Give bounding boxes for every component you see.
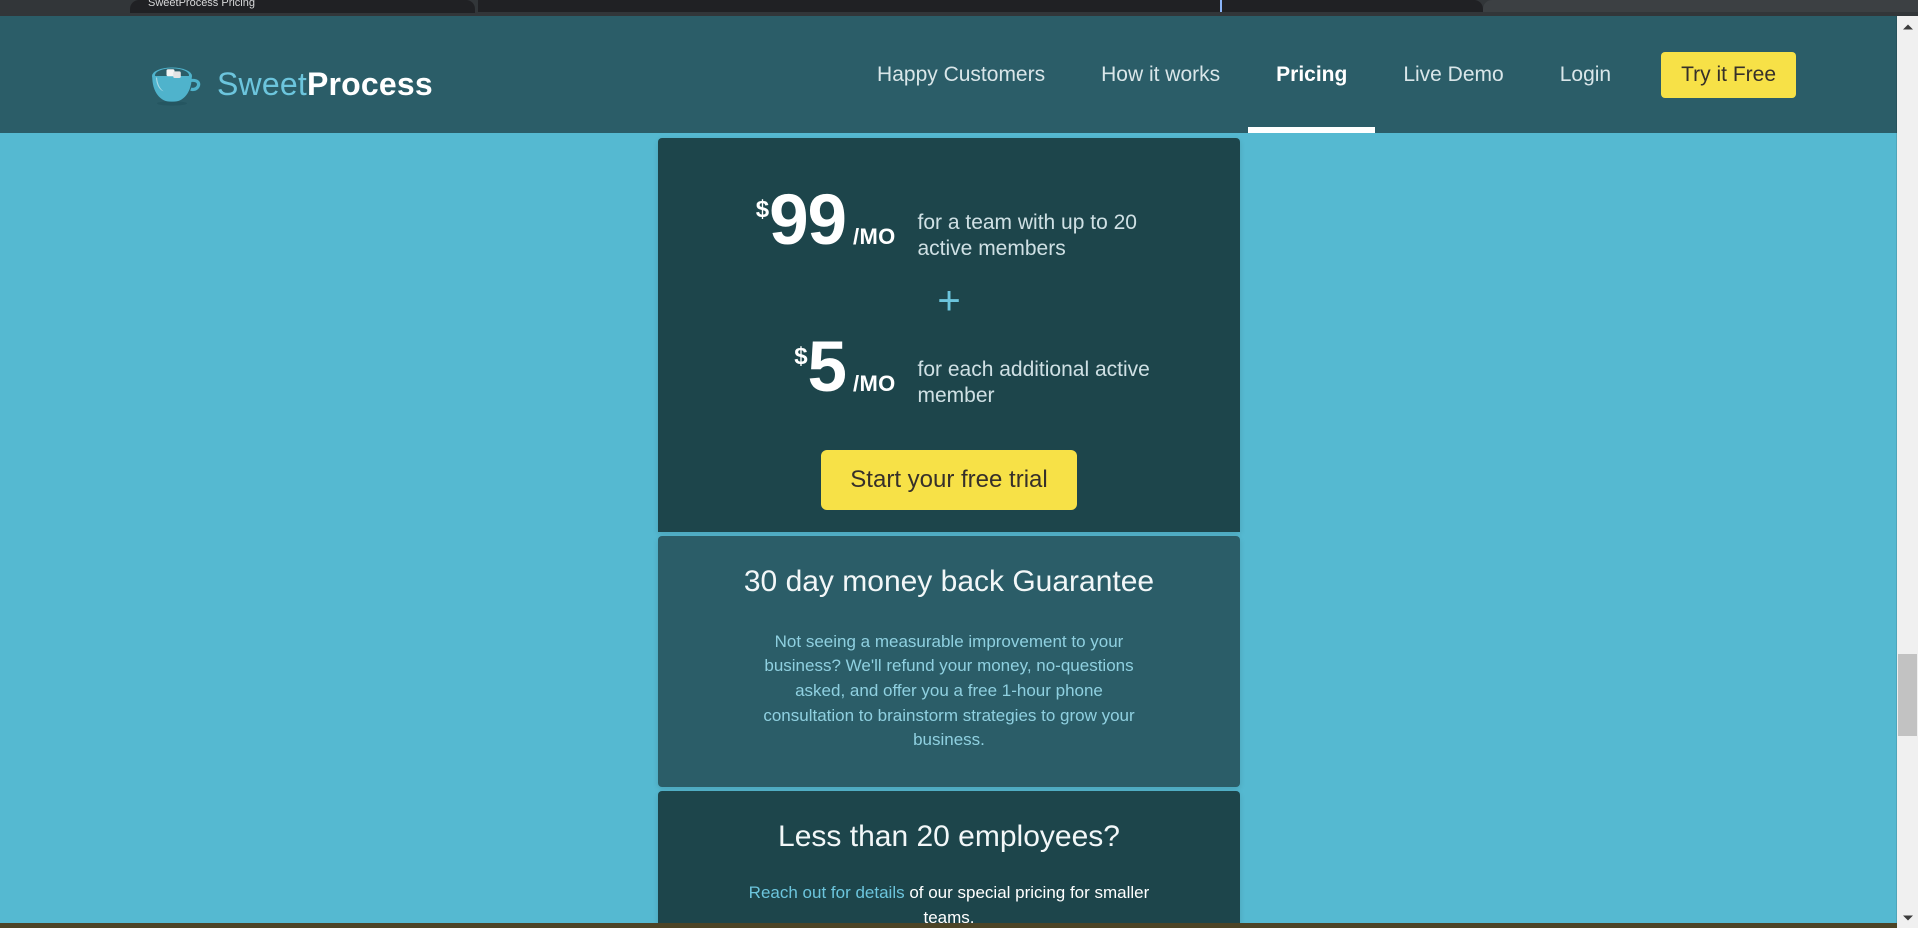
currency-symbol: $ <box>755 196 770 223</box>
price-period: /MO <box>853 370 896 396</box>
logo[interactable]: SweetProcess <box>148 62 433 106</box>
pricing-card: $ 99 /MO for a team with up to 20 active… <box>658 138 1240 928</box>
pricing-cta-wrap: Start your free trial <box>658 410 1240 510</box>
pricing-tier-base-note: for a team with up to 20 active members <box>917 211 1137 261</box>
pricing-tier-base: $ 99 /MO for a team with up to 20 active… <box>658 138 1240 263</box>
address-bar[interactable] <box>478 0 1483 12</box>
small-teams-title: Less than 20 employees? <box>778 820 1120 854</box>
nav-item-pricing[interactable]: Pricing <box>1248 16 1376 133</box>
price-value: 5 <box>807 327 847 407</box>
small-teams-panel: Less than 20 employees? Reach out for de… <box>658 791 1240 928</box>
browser-tab[interactable]: SweetProcess Pricing <box>130 0 475 13</box>
small-teams-body-rest: of our special pricing for smaller teams… <box>904 883 1150 927</box>
reach-out-link[interactable]: Reach out for details <box>749 883 905 902</box>
nav-item-happy-customers[interactable]: Happy Customers <box>849 16 1073 133</box>
vertical-scrollbar[interactable] <box>1897 16 1918 928</box>
browser-window: SweetProcess Pricing SweetProcess Happy … <box>0 0 1918 928</box>
logo-text-process: Process <box>306 66 433 102</box>
window-bottom-edge <box>0 923 1897 928</box>
logo-text-sweet: Sweet <box>217 66 307 102</box>
guarantee-body: Not seeing a measurable improvement to y… <box>763 631 1135 750</box>
chevron-down-icon <box>1902 915 1913 920</box>
pricing-panel: $ 99 /MO for a team with up to 20 active… <box>658 138 1240 532</box>
browser-tab-title: SweetProcess Pricing <box>148 0 255 9</box>
scroll-up-button[interactable] <box>1897 16 1918 37</box>
browser-chrome-right <box>1483 0 1918 12</box>
scrollbar-thumb[interactable] <box>1898 654 1917 736</box>
price-value: 99 <box>769 181 847 260</box>
guarantee-panel: 30 day money back Guarantee Not seeing a… <box>658 535 1240 788</box>
nav-item-how-it-works[interactable]: How it works <box>1073 16 1248 133</box>
price-period: /MO <box>853 224 896 249</box>
site-header: SweetProcess Happy Customers How it work… <box>0 16 1897 133</box>
small-teams-body: Reach out for details of our special pri… <box>734 881 1164 928</box>
nav-item-live-demo[interactable]: Live Demo <box>1375 16 1531 133</box>
pricing-tier-additional: $ 5 /MO for each additional active membe… <box>658 327 1240 410</box>
start-free-trial-button[interactable]: Start your free trial <box>821 449 1077 510</box>
pricing-tier-additional-note: for each additional active member <box>917 357 1150 408</box>
chevron-up-icon <box>1902 24 1913 29</box>
nav-item-login[interactable]: Login <box>1532 16 1639 133</box>
pricing-tier-base-amount: $ 99 /MO <box>736 181 896 260</box>
scroll-down-button[interactable] <box>1897 907 1918 928</box>
logo-text: SweetProcess <box>217 68 433 100</box>
browser-chrome: SweetProcess Pricing <box>0 0 1918 16</box>
address-bar-caret <box>1220 0 1222 12</box>
main-navigation: Happy Customers How it works Pricing Liv… <box>849 16 1796 133</box>
try-it-free-button[interactable]: Try it Free <box>1661 51 1796 98</box>
plus-icon: + <box>937 278 961 323</box>
currency-symbol: $ <box>794 342 808 370</box>
coffee-cup-icon <box>152 67 201 106</box>
pricing-tier-additional-amount: $ 5 /MO <box>736 327 896 407</box>
guarantee-title: 30 day money back Guarantee <box>743 564 1155 598</box>
